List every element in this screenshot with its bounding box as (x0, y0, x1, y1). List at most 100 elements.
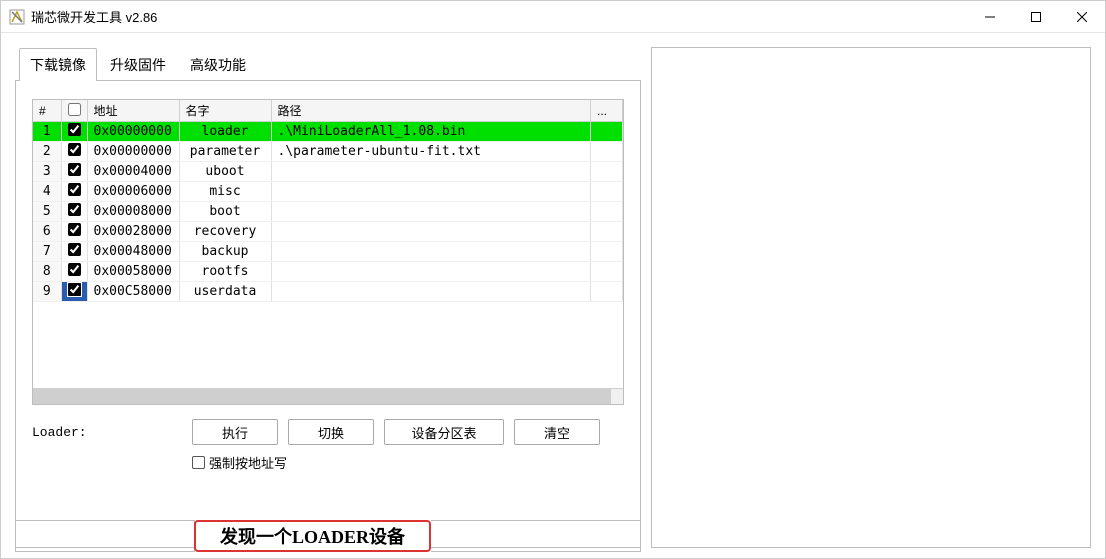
status-bar: 发现一个LOADER设备 (15, 520, 641, 552)
row-checkbox[interactable] (68, 143, 81, 156)
cell-more[interactable] (591, 262, 623, 282)
row-checkbox[interactable] (68, 123, 81, 136)
cell-path[interactable]: .\parameter-ubuntu-fit.txt (271, 142, 591, 162)
execute-button[interactable]: 执行 (192, 419, 278, 445)
force-write-label: 强制按地址写 (209, 453, 287, 472)
row-checkbox[interactable] (68, 163, 81, 176)
col-header-check[interactable] (61, 100, 87, 122)
cell-name[interactable]: parameter (179, 142, 271, 162)
cell-more[interactable] (591, 182, 623, 202)
cell-check[interactable] (61, 242, 87, 262)
partition-table: # 地址 名字 路径 ... 10x00000000loader.\MiniLo… (32, 99, 624, 405)
cell-check[interactable] (61, 202, 87, 222)
cell-path[interactable] (271, 182, 591, 202)
cell-address[interactable]: 0x00000000 (87, 122, 179, 142)
col-header-more[interactable]: ... (591, 100, 623, 122)
switch-button[interactable]: 切换 (288, 419, 374, 445)
maximize-button[interactable] (1013, 1, 1059, 33)
cell-name[interactable]: userdata (179, 282, 271, 302)
table-row[interactable]: 6 0x00028000recovery (33, 222, 623, 242)
device-status-text: 发现一个LOADER设备 (220, 523, 405, 549)
row-checkbox[interactable] (68, 203, 81, 216)
cell-address[interactable]: 0x00048000 (87, 242, 179, 262)
row-checkbox[interactable] (68, 223, 81, 236)
row-checkbox[interactable] (68, 183, 81, 196)
cell-check[interactable] (61, 282, 87, 302)
row-checkbox[interactable] (68, 263, 81, 276)
cell-path[interactable] (271, 282, 591, 302)
cell-path[interactable]: .\MiniLoaderAll_1.08.bin (271, 122, 591, 142)
clear-button[interactable]: 清空 (514, 419, 600, 445)
cell-index: 7 (33, 242, 61, 262)
cell-name[interactable]: loader (179, 122, 271, 142)
table-row[interactable]: 7 0x00048000backup (33, 242, 623, 262)
cell-name[interactable]: uboot (179, 162, 271, 182)
table-row[interactable]: 40x00006000misc (33, 182, 623, 202)
col-header-index[interactable]: # (33, 100, 61, 122)
partition-table-button[interactable]: 设备分区表 (384, 419, 504, 445)
cell-name[interactable]: boot (179, 202, 271, 222)
tab-body: # 地址 名字 路径 ... 10x00000000loader.\MiniLo… (15, 80, 641, 548)
partition-grid[interactable]: # 地址 名字 路径 ... 10x00000000loader.\MiniLo… (33, 100, 623, 302)
cell-name[interactable]: backup (179, 242, 271, 262)
cell-address[interactable]: 0x00006000 (87, 182, 179, 202)
toolbar: Loader: 执行 切换 设备分区表 清空 (32, 419, 624, 445)
header-checkbox[interactable] (68, 103, 81, 116)
row-checkbox[interactable] (68, 283, 81, 296)
cell-name[interactable]: recovery (179, 222, 271, 242)
table-row[interactable]: 10x00000000loader.\MiniLoaderAll_1.08.bi… (33, 122, 623, 142)
cell-index: 2 (33, 142, 61, 162)
cell-more[interactable] (591, 282, 623, 302)
cell-address[interactable]: 0x00000000 (87, 142, 179, 162)
status-left-segment (15, 520, 195, 552)
cell-name[interactable]: rootfs (179, 262, 271, 282)
col-header-address[interactable]: 地址 (87, 100, 179, 122)
cell-index: 6 (33, 222, 61, 242)
cell-check[interactable] (61, 262, 87, 282)
table-row[interactable]: 80x00058000rootfs (33, 262, 623, 282)
table-row[interactable]: 50x00008000boot (33, 202, 623, 222)
cell-name[interactable]: misc (179, 182, 271, 202)
horizontal-scrollbar[interactable] (33, 388, 623, 404)
cell-more[interactable] (591, 202, 623, 222)
cell-check[interactable] (61, 222, 87, 242)
cell-path[interactable] (271, 162, 591, 182)
cell-check[interactable] (61, 142, 87, 162)
tab-strip: 下载镜像 升级固件 高级功能 (19, 47, 641, 80)
cell-check[interactable] (61, 122, 87, 142)
cell-path[interactable] (271, 262, 591, 282)
cell-address[interactable]: 0x00008000 (87, 202, 179, 222)
row-checkbox[interactable] (68, 243, 81, 256)
client-area: 下载镜像 升级固件 高级功能 # 地址 名字 路径 (1, 33, 1105, 558)
force-write-checkbox[interactable] (192, 456, 205, 469)
tab-upgrade[interactable]: 升级固件 (99, 48, 177, 81)
cell-more[interactable] (591, 242, 623, 262)
loader-label: Loader: (32, 425, 182, 440)
minimize-button[interactable] (967, 1, 1013, 33)
cell-more[interactable] (591, 162, 623, 182)
app-icon (9, 9, 25, 25)
cell-more[interactable] (591, 142, 623, 162)
cell-address[interactable]: 0x00028000 (87, 222, 179, 242)
cell-address[interactable]: 0x00004000 (87, 162, 179, 182)
tab-advanced[interactable]: 高级功能 (179, 48, 257, 81)
cell-address[interactable]: 0x00058000 (87, 262, 179, 282)
col-header-name[interactable]: 名字 (179, 100, 271, 122)
cell-check[interactable] (61, 182, 87, 202)
tab-download[interactable]: 下载镜像 (19, 48, 97, 81)
close-button[interactable] (1059, 1, 1105, 33)
cell-path[interactable] (271, 242, 591, 262)
cell-more[interactable] (591, 222, 623, 242)
col-header-path[interactable]: 路径 (271, 100, 591, 122)
cell-check[interactable] (61, 162, 87, 182)
cell-address[interactable]: 0x00C58000 (87, 282, 179, 302)
cell-index: 3 (33, 162, 61, 182)
table-row[interactable]: 2 0x00000000parameter.\parameter-ubuntu-f… (33, 142, 623, 162)
cell-more[interactable] (591, 122, 623, 142)
table-row[interactable]: 9 0x00C58000userdata (33, 282, 623, 302)
cell-path[interactable] (271, 222, 591, 242)
cell-path[interactable] (271, 202, 591, 222)
table-row[interactable]: 3 0x00004000uboot (33, 162, 623, 182)
cell-index: 9 (33, 282, 61, 302)
log-panel[interactable] (651, 47, 1091, 548)
